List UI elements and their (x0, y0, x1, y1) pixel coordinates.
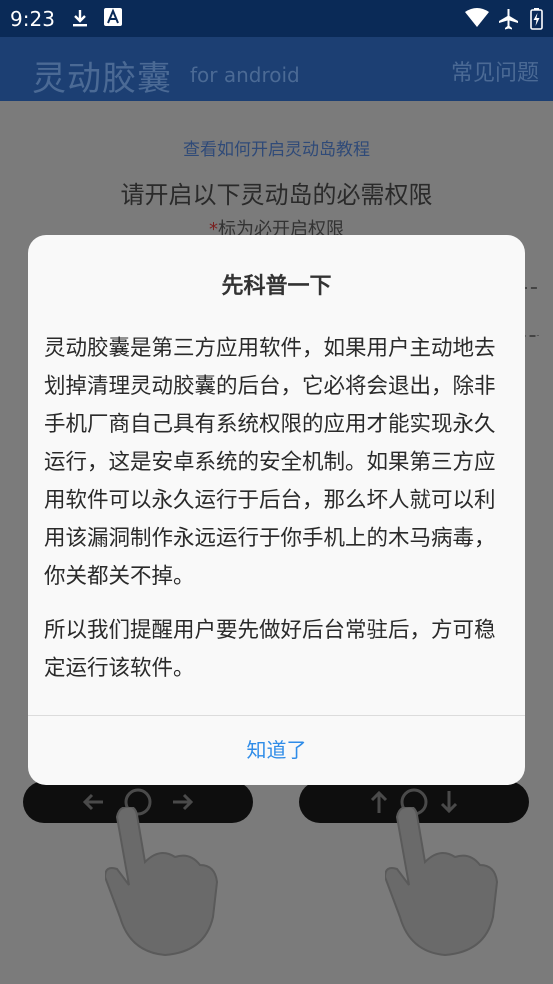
battery-charging-icon (530, 8, 543, 34)
info-dialog: 先科普一下 灵动胶囊是第三方应用软件，如果用户主动地去划掉清理灵动胶囊的后台，它… (28, 235, 525, 785)
permissions-heading: 请开启以下灵动岛的必需权限 (120, 181, 433, 209)
status-time: 9:23 (10, 7, 55, 31)
app-bar: 灵动胶囊 for android 常见问题 (0, 37, 553, 101)
tutorial-link[interactable]: 查看如何开启灵动岛教程 (0, 135, 553, 160)
dialog-paragraph: 所以我们提醒用户要先做好后台常驻后，方可稳定运行该软件。 (44, 618, 496, 681)
wifi-icon (465, 8, 489, 32)
dialog-paragraph: 灵动胶囊是第三方应用软件，如果用户主动地去划掉清理灵动胶囊的后台，它必将会退出，… (44, 336, 496, 589)
hand-gesture-icon (383, 805, 505, 957)
dialog-body: 灵动胶囊是第三方应用软件，如果用户主动地去划掉清理灵动胶囊的后台，它必将会退出，… (44, 330, 514, 688)
app-title: 灵动胶囊 (32, 59, 172, 99)
download-icon (70, 8, 90, 32)
faq-button[interactable]: 常见问题 (451, 55, 539, 87)
airplane-icon (497, 8, 519, 34)
font-a-icon (104, 8, 122, 30)
status-bar: 9:23 (0, 0, 553, 37)
app-subtitle: for android (190, 63, 300, 87)
hand-gesture-icon (103, 805, 225, 957)
dialog-title: 先科普一下 (221, 274, 332, 299)
confirm-button[interactable]: 知道了 (28, 716, 525, 785)
